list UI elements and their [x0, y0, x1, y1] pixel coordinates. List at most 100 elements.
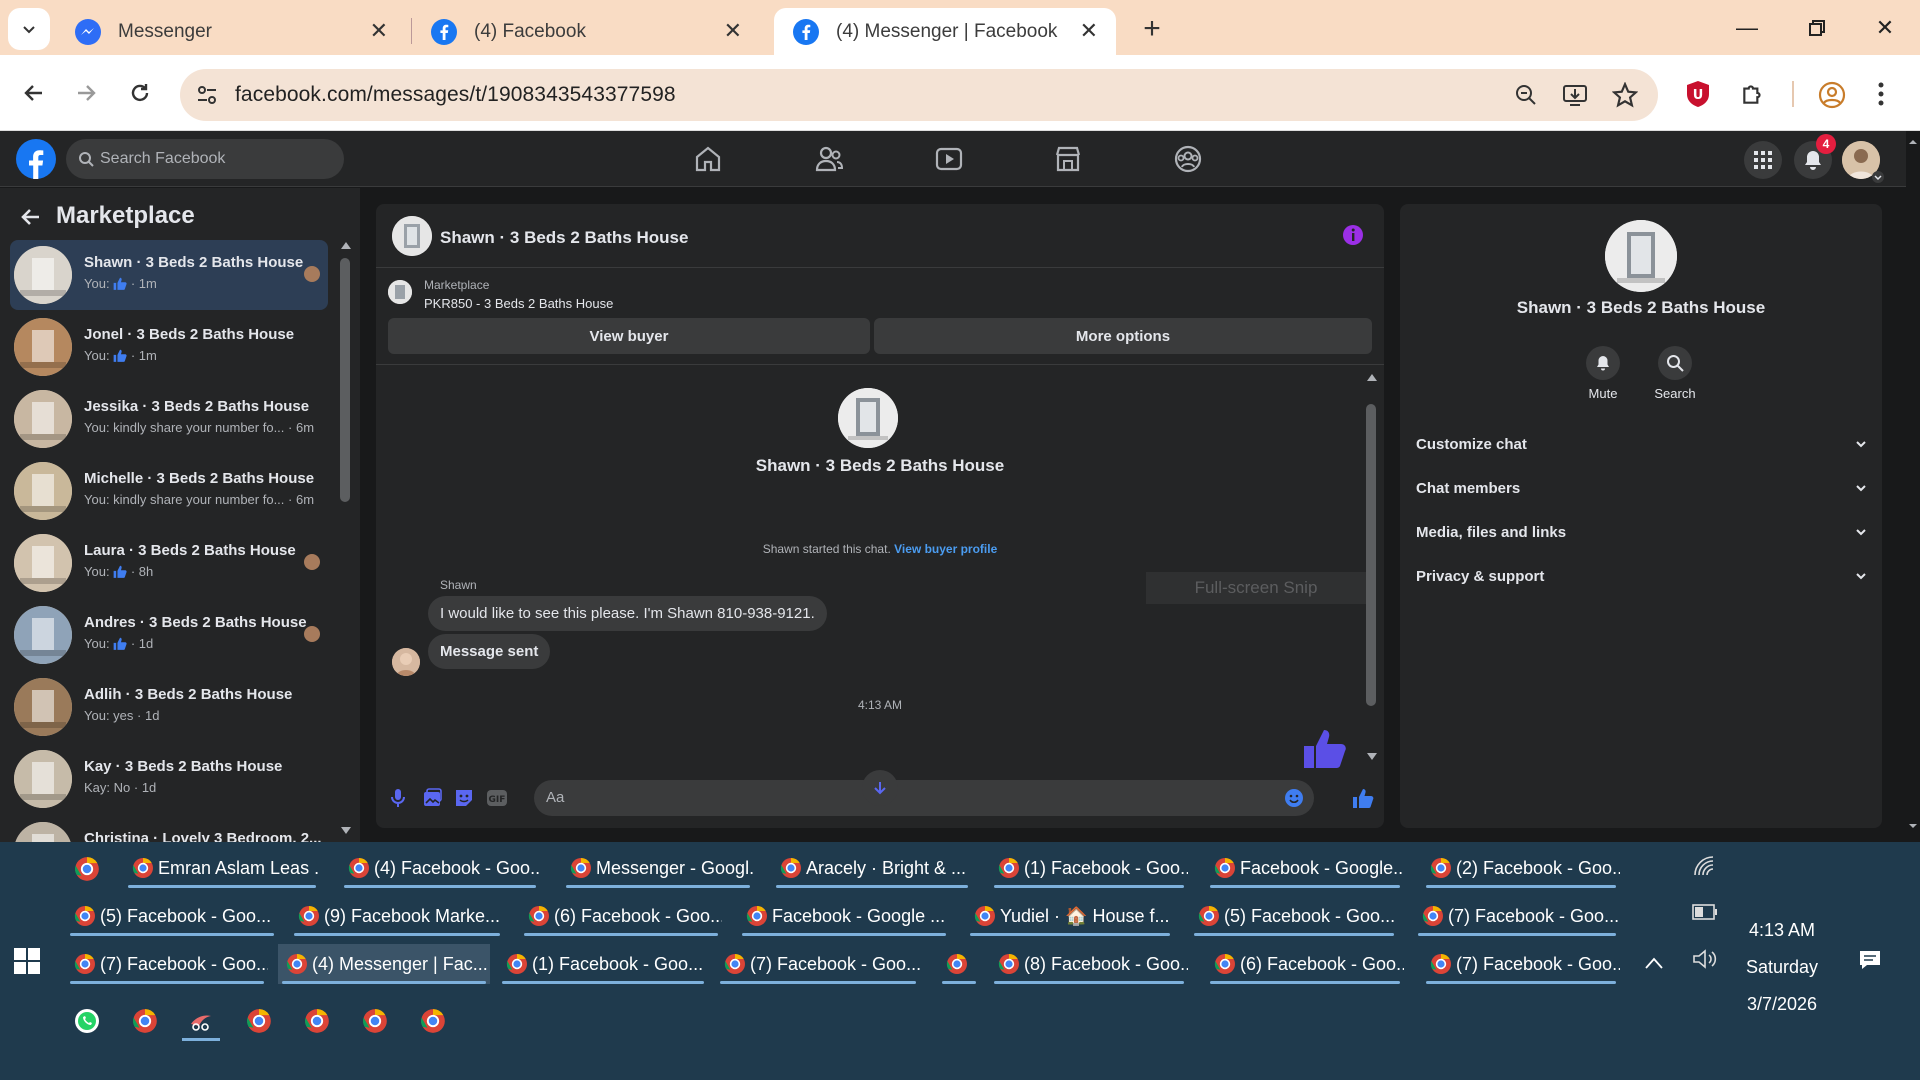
chrome-icon[interactable]	[420, 1008, 446, 1034]
back-button[interactable]	[14, 73, 54, 113]
listing-title[interactable]: PKR850 - 3 Beds 2 Baths House	[424, 296, 613, 311]
windows-start-icon[interactable]	[14, 948, 40, 974]
conversation-item[interactable]: Andres · 3 Beds 2 Baths House You: · 1d	[10, 600, 328, 670]
list-scroll-up-icon[interactable]	[340, 240, 352, 250]
emoji-icon[interactable]	[1284, 788, 1304, 808]
close-tab-icon[interactable]: ✕	[1080, 18, 1098, 44]
chrome-icon[interactable]	[304, 1008, 330, 1034]
conversation-item[interactable]: Laura · 3 Beds 2 Baths House You: · 8h	[10, 528, 328, 598]
facebook-logo-icon[interactable]	[16, 139, 56, 179]
more-options-button[interactable]: More options	[874, 318, 1372, 354]
chat-scroll-down-icon[interactable]	[1366, 752, 1378, 762]
list-scrollbar[interactable]	[340, 258, 350, 502]
buyer-avatar[interactable]	[838, 388, 898, 448]
conversation-item[interactable]: Adlih · 3 Beds 2 Baths House You: yes · 1…	[10, 672, 328, 742]
scroll-to-bottom-button[interactable]	[862, 770, 898, 806]
extensions-puzzle-icon[interactable]	[1740, 81, 1766, 107]
chat-members-section[interactable]: Chat members	[1416, 470, 1868, 506]
chrome-icon[interactable]	[132, 1008, 158, 1034]
close-window-button[interactable]: ✕	[1860, 8, 1910, 48]
gif-icon[interactable]: GIF	[486, 789, 508, 807]
close-tab-icon[interactable]: ✕	[370, 18, 388, 44]
conversation-item[interactable]: Jonel · 3 Beds 2 Baths House You: · 1m	[10, 312, 328, 382]
close-tab-icon[interactable]: ✕	[724, 18, 742, 44]
conversation-item[interactable]: Kay · 3 Beds 2 Baths House Kay: No · 1d	[10, 744, 328, 814]
customize-chat-section[interactable]: Customize chat	[1416, 426, 1868, 462]
tab-facebook[interactable]: (4) Facebook ✕	[412, 8, 760, 55]
search-input[interactable]: Search Facebook	[66, 139, 344, 179]
conversation-item[interactable]: Christina · Lovely 3 Bedroom, 2...	[10, 816, 328, 844]
network-icon[interactable]	[1692, 854, 1716, 878]
battery-icon[interactable]	[1692, 904, 1718, 920]
site-info-icon[interactable]	[196, 84, 218, 106]
video-icon[interactable]	[933, 143, 965, 175]
snip-tool-icon[interactable]	[182, 1008, 220, 1041]
ublock-extension-icon[interactable]: U	[1684, 79, 1712, 109]
taskbar-window-button[interactable]: Facebook - Google...	[1206, 848, 1404, 888]
photo-icon[interactable]	[422, 788, 442, 808]
taskbar-window-button[interactable]: Facebook - Google ...	[738, 896, 950, 936]
taskbar-window-button[interactable]: Emran Aslam Leas ...	[124, 848, 320, 888]
message-input[interactable]: Aa	[534, 780, 1314, 816]
marketplace-icon[interactable]	[1052, 143, 1084, 175]
view-buyer-profile-link[interactable]: View buyer profile	[894, 542, 997, 556]
menu-button[interactable]	[1744, 141, 1782, 179]
chat-title[interactable]: Shawn · 3 Beds 2 Baths House	[440, 228, 688, 248]
chrome-pinned-icon[interactable]	[74, 856, 100, 882]
taskbar-window-button[interactable]: (7) Facebook - Goo...	[1422, 944, 1620, 984]
page-scrollbar[interactable]	[1906, 131, 1920, 843]
taskbar-window-button[interactable]: Messenger - Googl...	[562, 848, 754, 888]
taskbar-window-button[interactable]: (6) Facebook - Goo...	[1206, 944, 1404, 984]
taskbar-window-button[interactable]: (5) Facebook - Goo...	[66, 896, 278, 936]
info-icon[interactable]	[1342, 224, 1364, 246]
sticker-icon[interactable]	[454, 788, 474, 808]
conversation-item[interactable]: Michelle · 3 Beds 2 Baths House You: kind…	[10, 456, 328, 526]
taskbar-window-button[interactable]: (8) Facebook - Goo...	[990, 944, 1188, 984]
reload-button[interactable]	[120, 73, 160, 113]
message-bubble[interactable]: I would like to see this please. I'm Sha…	[428, 596, 827, 631]
taskbar-window-button[interactable]: Yudiel · 🏠 House f...	[966, 896, 1174, 936]
taskbar-window-button[interactable]: (2) Facebook - Goo...	[1422, 848, 1620, 888]
message-bubble[interactable]: Message sent	[428, 634, 551, 669]
chat-scroll-up-icon[interactable]	[1366, 372, 1378, 382]
like-icon[interactable]	[1352, 788, 1374, 808]
restore-button[interactable]	[1792, 8, 1842, 48]
taskbar-window-button[interactable]: (4) Messenger | Fac...	[278, 944, 490, 984]
minimize-button[interactable]: —	[1722, 8, 1772, 48]
search-in-chat-button[interactable]: Search	[1645, 346, 1705, 401]
tab-messenger-facebook[interactable]: (4) Messenger | Facebook ✕	[774, 8, 1116, 55]
taskbar-window-button[interactable]: (7) Facebook - Goo...	[716, 944, 920, 984]
mute-button[interactable]: Mute	[1573, 346, 1633, 401]
notification-center-icon[interactable]	[1858, 948, 1882, 972]
privacy-support-section[interactable]: Privacy & support	[1416, 558, 1868, 594]
conversation-item[interactable]: Shawn · 3 Beds 2 Baths House You: · 1m	[10, 240, 328, 310]
taskbar-window-button[interactable]: (1) Facebook - Goo...	[990, 848, 1188, 888]
account-chevron-icon[interactable]	[1872, 171, 1884, 183]
view-buyer-button[interactable]: View buyer	[388, 318, 870, 354]
taskbar-window-button[interactable]: Aracely · Bright & ...	[772, 848, 972, 888]
profile-icon[interactable]	[1818, 81, 1846, 109]
details-avatar[interactable]	[1605, 220, 1677, 292]
chrome-icon[interactable]	[246, 1008, 272, 1034]
tab-search-button[interactable]	[8, 8, 50, 50]
bookmark-star-icon[interactable]	[1612, 82, 1638, 108]
menu-dots-icon[interactable]	[1876, 81, 1886, 107]
microphone-icon[interactable]	[390, 788, 406, 808]
taskbar-window-button[interactable]: (6) Facebook - Goo...	[520, 896, 722, 936]
sender-avatar[interactable]	[392, 648, 420, 676]
tab-messenger[interactable]: Messenger ✕	[56, 8, 406, 55]
chrome-icon[interactable]	[362, 1008, 388, 1034]
url-text[interactable]: facebook.com/messages/t/1908343543377598	[235, 83, 676, 107]
zoom-icon[interactable]	[1514, 83, 1538, 107]
forward-button[interactable]	[66, 73, 106, 113]
taskbar-window-button[interactable]: (7) Facebook - Goo...	[1414, 896, 1620, 936]
media-files-links-section[interactable]: Media, files and links	[1416, 514, 1868, 550]
whatsapp-icon[interactable]	[74, 1008, 100, 1034]
install-app-icon[interactable]	[1562, 83, 1588, 107]
address-bar[interactable]: facebook.com/messages/t/1908343543377598	[180, 69, 1658, 121]
chevron-up-icon[interactable]	[1644, 956, 1664, 970]
list-scroll-down-icon[interactable]	[340, 826, 352, 836]
taskbar-window-button[interactable]: (5) Facebook - Goo...	[1190, 896, 1398, 936]
system-clock[interactable]: 4:13 AM Saturday 3/7/2026	[1720, 912, 1844, 1023]
friends-icon[interactable]	[813, 143, 845, 175]
